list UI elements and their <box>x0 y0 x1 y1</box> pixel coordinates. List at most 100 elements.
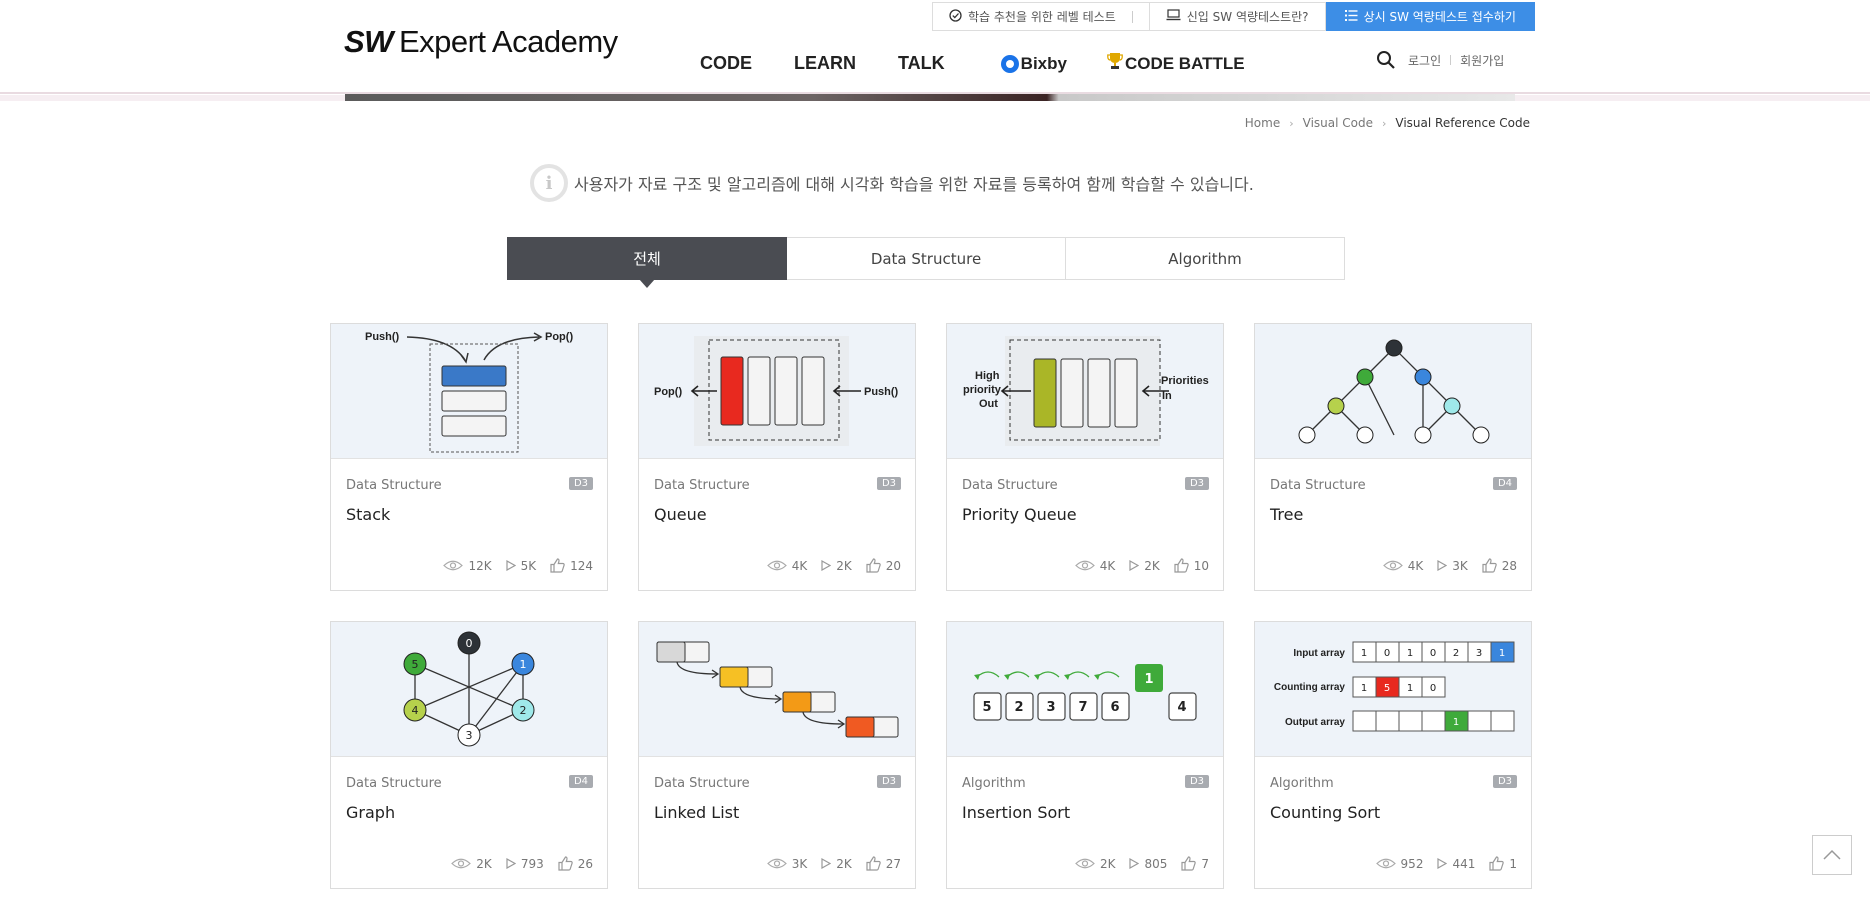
svg-text:0: 0 <box>1430 648 1436 659</box>
plays-stat: 5K <box>505 559 536 573</box>
views-stat: 12K <box>443 559 492 573</box>
top-links: 학습 추천을 위한 레벨 테스트 신입 SW 역량테스트란? 상시 SW 역량테… <box>932 2 1535 31</box>
views-stat: 4K <box>766 559 807 573</box>
tree-diagram <box>1298 339 1490 444</box>
card-tree[interactable]: Data Structure D4 Tree 4K 3K 28 <box>1254 323 1532 591</box>
nav-code[interactable]: CODE <box>700 53 752 74</box>
likes-stat: 10 <box>1174 558 1209 573</box>
laptop-icon <box>1166 9 1181 24</box>
svg-text:1: 1 <box>1407 683 1413 694</box>
thumbs-up-icon <box>550 558 565 573</box>
views-stat: 4K <box>1074 559 1115 573</box>
svg-text:1: 1 <box>1361 683 1367 694</box>
svg-text:1: 1 <box>1361 648 1367 659</box>
tab-all[interactable]: 전체 <box>507 237 787 288</box>
likes-stat: 20 <box>866 558 901 573</box>
card-stats: 3K 2K 27 <box>753 856 901 871</box>
queue-diagram: Pop() Push() <box>654 336 899 446</box>
svg-text:Priorities: Priorities <box>1161 375 1209 387</box>
likes-stat: 28 <box>1482 558 1517 573</box>
svg-text:Push(): Push() <box>365 331 400 343</box>
svg-text:4: 4 <box>412 704 419 717</box>
level-test-link[interactable]: 학습 추천을 위한 레벨 테스트 <box>932 2 1150 31</box>
level-badge: D3 <box>1184 477 1209 490</box>
play-icon <box>821 560 832 571</box>
card-title: Counting Sort <box>1270 803 1381 822</box>
card-category: Data Structure <box>654 478 750 493</box>
breadcrumb-current: Visual Reference Code <box>1395 116 1530 130</box>
play-icon <box>1129 858 1140 869</box>
site-header: SW Expert Academy 학습 추천을 위한 레벨 테스트 신입 SW … <box>0 0 1870 95</box>
likes-stat: 7 <box>1181 856 1209 871</box>
card-stats: 2K 805 7 <box>1061 856 1209 871</box>
svg-text:Counting array: Counting array <box>1274 682 1346 693</box>
svg-text:1: 1 <box>1407 648 1413 659</box>
eye-icon <box>1075 858 1095 869</box>
card-category: Algorithm <box>1270 776 1334 791</box>
level-badge: D3 <box>1184 775 1209 788</box>
card-category: Data Structure <box>654 776 750 791</box>
login-link[interactable]: 로그인 <box>1408 52 1441 69</box>
thumbs-up-icon <box>866 558 881 573</box>
info-icon: i <box>530 164 568 202</box>
card-title: Tree <box>1270 505 1304 524</box>
svg-text:High: High <box>975 370 1000 382</box>
plays-stat: 805 <box>1129 857 1167 871</box>
svg-text:Pop(): Pop() <box>545 331 573 343</box>
plays-stat: 2K <box>1129 559 1160 573</box>
breadcrumb-home[interactable]: Home <box>1245 116 1280 130</box>
views-stat: 3K <box>766 857 807 871</box>
card-stack[interactable]: Push() Pop() Data Structure D3 Stack 12K… <box>330 323 608 591</box>
level-badge: D3 <box>876 477 901 490</box>
user-utilities: 로그인 회원가입 <box>1376 50 1504 70</box>
card-title: Insertion Sort <box>962 803 1071 822</box>
card-insertion-sort[interactable]: 1 5 2 3 7 6 4 Algorithm D3 Insertion Sor… <box>946 621 1224 889</box>
card-title: Graph <box>346 803 396 822</box>
level-badge: D4 <box>568 775 593 788</box>
thumbs-up-icon <box>866 856 881 871</box>
views-stat: 952 <box>1375 857 1423 871</box>
nav-bixby[interactable]: Bixby <box>1000 54 1067 74</box>
breadcrumb-visual-code[interactable]: Visual Code <box>1303 116 1373 130</box>
site-logo[interactable]: SW Expert Academy <box>344 24 618 60</box>
chevron-up-icon <box>1823 849 1841 860</box>
svg-text:3: 3 <box>1476 648 1482 659</box>
card-linked-list[interactable]: Data Structure D3 Linked List 3K 2K 27 <box>638 621 916 889</box>
category-tabs: 전체 Data Structure Algorithm <box>507 237 1345 288</box>
card-counting-sort[interactable]: Input array Counting array Output array … <box>1254 621 1532 889</box>
thumbs-up-icon <box>1482 558 1497 573</box>
card-grid: Push() Pop() Data Structure D3 Stack 12K… <box>330 323 1532 889</box>
card-category: Data Structure <box>962 478 1058 493</box>
plays-stat: 2K <box>821 559 852 573</box>
notice: i 사용자가 자료 구조 및 알고리즘에 대해 시각화 학습을 위한 자료를 등… <box>530 164 1254 202</box>
card-priority-queue[interactable]: High priority Out Priorities In Data Str… <box>946 323 1224 591</box>
svg-text:2: 2 <box>1014 700 1023 715</box>
svg-text:1: 1 <box>1453 717 1459 728</box>
priority-queue-diagram: High priority Out Priorities In <box>963 336 1209 446</box>
eye-icon <box>766 560 787 571</box>
tab-algorithm[interactable]: Algorithm <box>1065 237 1345 280</box>
card-graph[interactable]: 0 1 2 3 4 5 Data Structure D4 Graph 2K 7… <box>330 621 608 889</box>
card-thumbnail: Pop() Push() <box>639 324 915 459</box>
nav-learn[interactable]: LEARN <box>794 53 856 74</box>
play-icon <box>821 858 832 869</box>
scroll-to-top-button[interactable] <box>1812 835 1852 875</box>
divider <box>1450 55 1452 65</box>
signup-link[interactable]: 회원가입 <box>1460 52 1504 69</box>
tab-data-structure[interactable]: Data Structure <box>786 237 1066 280</box>
card-thumbnail <box>1255 324 1531 459</box>
svg-text:6: 6 <box>1110 700 1119 715</box>
card-stats: 4K 3K 28 <box>1369 558 1517 573</box>
card-category: Data Structure <box>346 478 442 493</box>
check-circle-icon <box>949 8 962 25</box>
likes-stat: 124 <box>550 558 593 573</box>
thumbs-up-icon <box>1181 856 1197 871</box>
nav-talk[interactable]: TALK <box>898 53 945 74</box>
search-icon[interactable] <box>1376 50 1396 70</box>
svg-text:2: 2 <box>520 704 527 717</box>
nav-code-battle[interactable]: CODE BATTLE <box>1107 52 1245 75</box>
eye-icon <box>451 858 472 869</box>
card-queue[interactable]: Pop() Push() Data Structure D3 Queue 4K … <box>638 323 916 591</box>
new-test-link[interactable]: 신입 SW 역량테스트란? <box>1149 2 1326 31</box>
apply-test-button[interactable]: 상시 SW 역량테스트 접수하기 <box>1325 2 1535 31</box>
